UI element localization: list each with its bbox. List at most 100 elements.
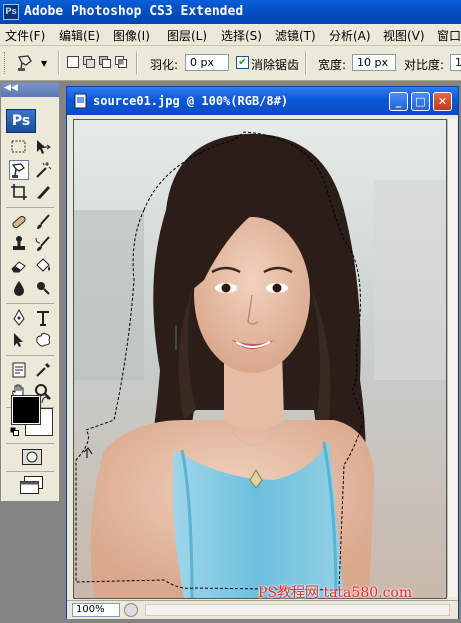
- water-drop-icon: [14, 281, 24, 296]
- path-selection-tool[interactable]: [9, 330, 29, 350]
- menu-window[interactable]: 窗口: [437, 27, 461, 44]
- horizontal-scrollbar[interactable]: [145, 604, 450, 616]
- image-canvas[interactable]: [73, 119, 447, 599]
- magic-wand-tool[interactable]: [33, 160, 53, 180]
- portrait-photo: [74, 120, 446, 598]
- pen-tool[interactable]: [9, 308, 29, 328]
- minimize-icon: _: [395, 95, 402, 108]
- menu-edit[interactable]: 编辑(E): [59, 27, 100, 44]
- document-statusbar: 100%: [67, 600, 458, 619]
- menu-file[interactable]: 文件(F): [5, 27, 45, 44]
- foreground-color-swatch[interactable]: [11, 395, 41, 425]
- feather-label: 羽化:: [150, 58, 179, 72]
- document-window: source01.jpg @ 100%(RGB/8#) _ □ ✕ 100%: [66, 86, 459, 619]
- antialias-checkbox[interactable]: ✔: [236, 56, 249, 69]
- document-titlebar[interactable]: source01.jpg @ 100%(RGB/8#) _ □ ✕: [67, 87, 458, 115]
- menu-image[interactable]: 图像(I): [113, 27, 150, 44]
- default-colors-icon[interactable]: [10, 427, 20, 437]
- toolbox-collapse-button[interactable]: ◀◀: [1, 83, 59, 97]
- toolbox-separator: [6, 303, 54, 304]
- minimize-button[interactable]: _: [389, 92, 408, 111]
- paint-bucket-tool[interactable]: [33, 256, 53, 276]
- crop-tool[interactable]: [9, 182, 29, 202]
- menu-analysis[interactable]: 分析(A): [329, 27, 371, 44]
- chevron-down-icon: ▼: [41, 59, 48, 68]
- zoom-level-field[interactable]: 100%: [72, 603, 120, 617]
- options-separator: [305, 51, 307, 75]
- menu-view[interactable]: 视图(V): [383, 27, 425, 44]
- blur-tool[interactable]: [9, 278, 29, 298]
- move-tool[interactable]: [33, 137, 53, 157]
- magic-wand-icon: [36, 162, 52, 178]
- ps-logo: Ps: [6, 109, 36, 133]
- photoshop-app-icon: Ps: [3, 4, 19, 20]
- menu-layer[interactable]: 图层(L): [167, 27, 207, 44]
- toolbox-separator: [6, 207, 54, 208]
- app-title: Adobe Photoshop CS3 Extended: [24, 4, 244, 19]
- notes-icon: [12, 362, 26, 378]
- path-selection-icon: [14, 333, 23, 347]
- brush-icon: [37, 214, 50, 229]
- menu-filter[interactable]: 滤镜(T): [275, 27, 316, 44]
- vertical-scrollbar[interactable]: [447, 119, 457, 597]
- magnetic-lasso-tool[interactable]: [9, 160, 29, 180]
- options-grip[interactable]: [4, 52, 8, 74]
- eraser-tool[interactable]: [9, 256, 29, 276]
- magnetic-lasso-icon: [18, 55, 32, 71]
- subtract-from-selection-icon[interactable]: [98, 55, 112, 69]
- history-brush-tool[interactable]: [33, 234, 53, 254]
- options-separator: [136, 51, 138, 75]
- dodge-tool[interactable]: [33, 278, 53, 298]
- contrast-label: 对比度:: [404, 58, 445, 72]
- antialias-label: 消除锯齿: [251, 58, 300, 72]
- custom-shape-icon: [36, 332, 51, 347]
- healing-brush-tool[interactable]: [9, 212, 29, 232]
- dodge-icon: [37, 282, 50, 295]
- menu-bar: 文件(F) 编辑(E) 图像(I) 图层(L) 选择(S) 滤镜(T) 分析(A…: [0, 24, 461, 46]
- app-titlebar: Ps Adobe Photoshop CS3 Extended: [0, 0, 461, 24]
- bandage-icon: [12, 215, 26, 229]
- maximize-icon: □: [415, 95, 426, 108]
- new-selection-icon[interactable]: [66, 55, 80, 69]
- quick-mask-icon[interactable]: [21, 448, 43, 466]
- tool-preset-picker[interactable]: ▼: [14, 52, 52, 74]
- slice-tool[interactable]: [33, 182, 53, 202]
- screen-mode-icon[interactable]: [19, 475, 45, 495]
- options-separator: [58, 51, 60, 75]
- eraser-icon: [11, 261, 26, 273]
- magnetic-lasso-icon: [11, 163, 25, 178]
- slice-icon: [37, 186, 50, 199]
- document-icon: [74, 93, 87, 109]
- type-tool[interactable]: [33, 308, 53, 328]
- eyedropper-icon: [36, 363, 50, 377]
- intersect-selection-icon[interactable]: [114, 55, 128, 69]
- eyedropper-tool[interactable]: [33, 360, 53, 380]
- toolbox-separator: [6, 471, 54, 472]
- add-to-selection-icon[interactable]: [82, 55, 96, 69]
- move-icon: [37, 140, 51, 154]
- feather-input[interactable]: 0 px: [185, 54, 229, 71]
- width-input[interactable]: 10 px: [352, 54, 396, 71]
- stamp-icon: [13, 236, 25, 250]
- menu-select[interactable]: 选择(S): [221, 27, 262, 44]
- clone-stamp-tool[interactable]: [9, 234, 29, 254]
- status-menu-button[interactable]: [124, 603, 138, 617]
- brush-tool[interactable]: [33, 212, 53, 232]
- paint-bucket-icon: [36, 258, 50, 272]
- history-brush-icon: [35, 236, 50, 251]
- crop-icon: [11, 184, 27, 200]
- close-button[interactable]: ✕: [433, 92, 452, 111]
- toolbox-panel: ◀◀ Ps: [0, 82, 60, 502]
- notes-tool[interactable]: [9, 360, 29, 380]
- toolbox-separator: [6, 443, 54, 444]
- swap-colors-icon[interactable]: [39, 393, 53, 407]
- contrast-input[interactable]: 1: [450, 54, 461, 71]
- close-icon: ✕: [437, 95, 448, 108]
- maximize-button[interactable]: □: [411, 92, 430, 111]
- width-label: 宽度:: [318, 58, 347, 72]
- custom-shape-tool[interactable]: [33, 330, 53, 350]
- type-icon: [37, 311, 49, 326]
- rectangular-marquee-tool[interactable]: [9, 137, 29, 157]
- document-title: source01.jpg @ 100%(RGB/8#): [93, 94, 289, 108]
- watermark-text: PS教程网 tata580.com: [258, 585, 413, 601]
